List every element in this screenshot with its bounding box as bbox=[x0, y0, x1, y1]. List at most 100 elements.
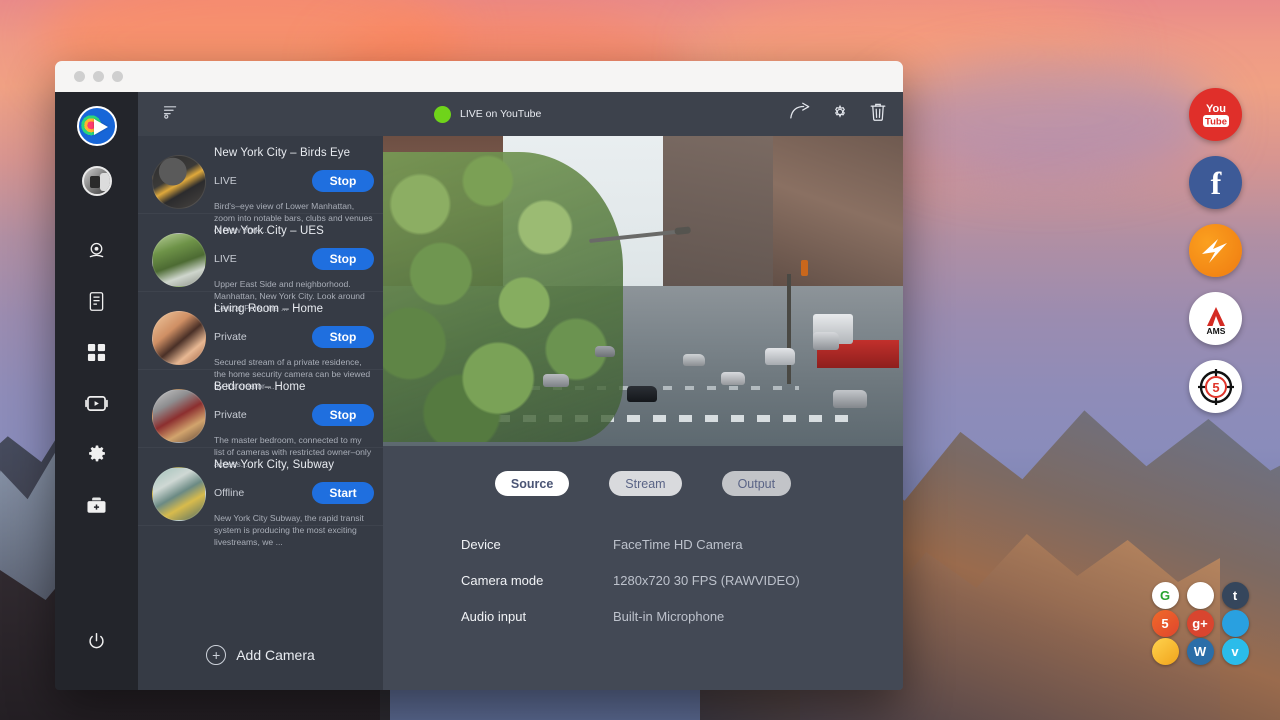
dock-icon-livestream[interactable]: 5 bbox=[1189, 360, 1242, 413]
dock-mini-icon-vimeo[interactable]: v bbox=[1222, 638, 1249, 665]
gear-icon bbox=[87, 444, 107, 464]
dock-mini-icon-livestream[interactable]: 5 bbox=[1152, 610, 1179, 637]
camera-description: New York City Subway, the rapid transit … bbox=[214, 513, 374, 549]
dock-mini-icon-groupon[interactable]: G bbox=[1152, 582, 1179, 609]
live-status-badge: LIVE on YouTube bbox=[434, 106, 541, 123]
camera-status: LIVE bbox=[214, 175, 237, 187]
maximize-window-button[interactable] bbox=[112, 71, 123, 82]
plus-icon: + bbox=[206, 645, 226, 665]
minimize-window-button[interactable] bbox=[93, 71, 104, 82]
settings-button[interactable] bbox=[830, 102, 850, 127]
preview-car bbox=[721, 372, 745, 385]
window-titlebar bbox=[55, 61, 903, 92]
camera-status: Private bbox=[214, 331, 247, 343]
detail-row: Camera mode1280x720 30 FPS (RAWVIDEO) bbox=[461, 562, 903, 598]
dock-icon-facebook[interactable]: f bbox=[1189, 156, 1242, 209]
sidebar-item-power[interactable] bbox=[77, 621, 117, 661]
camera-thumbnail bbox=[152, 311, 206, 365]
camera-status-row: LIVE Stop bbox=[214, 170, 374, 192]
tab-source[interactable]: Source bbox=[495, 471, 569, 496]
desktop-dock-grid: Gt 5 g+Wv bbox=[1148, 582, 1252, 665]
camera-list-item[interactable]: Living Room – HomePrivateStopSecured str… bbox=[138, 292, 383, 370]
live-status-label: LIVE on YouTube bbox=[460, 108, 541, 120]
share-button[interactable] bbox=[789, 102, 811, 126]
camera-action-button[interactable]: Stop bbox=[312, 170, 374, 192]
camera-title: Living Room – Home bbox=[214, 303, 374, 315]
preview-car bbox=[543, 374, 569, 387]
camera-thumbnail bbox=[152, 389, 206, 443]
dock-mini-icon-wordpress[interactable]: W bbox=[1187, 638, 1214, 665]
power-icon bbox=[87, 632, 106, 651]
media-add-icon bbox=[86, 496, 107, 515]
camera-action-button[interactable]: Stop bbox=[312, 248, 374, 270]
source-details: DeviceFaceTime HD CameraCamera mode1280x… bbox=[383, 506, 903, 634]
desktop-dock-right: You Tube f AMS bbox=[1189, 88, 1242, 413]
sidebar-item-webcam[interactable] bbox=[77, 230, 117, 270]
app-window: New York City – Birds EyeLIVEStopBird's–… bbox=[55, 61, 903, 690]
tab-stream[interactable]: Stream bbox=[609, 471, 681, 496]
dock-mini-icon-googleplus[interactable]: g+ bbox=[1187, 610, 1214, 637]
camera-list: New York City – Birds EyeLIVEStopBird's–… bbox=[138, 136, 383, 620]
camera-status: Private bbox=[214, 409, 247, 421]
dock-icon-wowza[interactable] bbox=[1189, 224, 1242, 277]
camera-status: Offline bbox=[214, 487, 244, 499]
dock-icon-youtube[interactable]: You Tube bbox=[1189, 88, 1242, 141]
camera-title: Bedroom – Home bbox=[214, 381, 374, 393]
close-window-button[interactable] bbox=[74, 71, 85, 82]
detail-value[interactable]: FaceTime HD Camera bbox=[613, 537, 743, 552]
detail-value[interactable]: Built-in Microphone bbox=[613, 609, 724, 624]
share-icon bbox=[789, 102, 811, 126]
delete-button[interactable] bbox=[869, 102, 887, 127]
svg-text:You: You bbox=[1206, 103, 1226, 115]
camera-list-item[interactable]: New York City – UESLIVEStopUpper East Si… bbox=[138, 214, 383, 292]
sidebar-item-logs[interactable] bbox=[77, 281, 117, 321]
app-logo-icon[interactable] bbox=[77, 106, 117, 146]
settings-tabs: Source Stream Output bbox=[383, 446, 903, 506]
sort-filter-icon[interactable] bbox=[162, 103, 179, 125]
sidebar-rail bbox=[55, 92, 138, 690]
camera-thumbnail bbox=[152, 233, 206, 287]
camera-list-item[interactable]: New York City – Birds EyeLIVEStopBird's–… bbox=[138, 136, 383, 214]
window-body: New York City – Birds EyeLIVEStopBird's–… bbox=[55, 92, 903, 690]
dock-mini-icon-sunrise[interactable] bbox=[1152, 638, 1179, 665]
detail-value[interactable]: 1280x720 30 FPS (RAWVIDEO) bbox=[613, 573, 800, 588]
trash-icon bbox=[869, 102, 887, 127]
sidebar-item-grid[interactable] bbox=[77, 332, 117, 372]
preview-car bbox=[765, 348, 795, 365]
camera-title: New York City, Subway bbox=[214, 459, 374, 471]
live-indicator-dot bbox=[434, 106, 451, 123]
camera-action-button[interactable]: Stop bbox=[312, 326, 374, 348]
camera-status: LIVE bbox=[214, 253, 237, 265]
user-avatar-icon[interactable] bbox=[82, 166, 112, 196]
document-list-icon bbox=[87, 291, 106, 312]
sidebar-item-settings[interactable] bbox=[77, 434, 117, 474]
detail-label: Camera mode bbox=[461, 573, 613, 588]
grid-icon bbox=[87, 343, 106, 362]
preview-pole bbox=[787, 274, 791, 384]
camera-status-row: Private Stop bbox=[214, 404, 374, 426]
camera-status-row: Offline Start bbox=[214, 482, 374, 504]
camera-info: New York City – Birds EyeLIVEStopBird's–… bbox=[214, 145, 374, 213]
camera-list-item[interactable]: New York City, SubwayOfflineStartNew Yor… bbox=[138, 448, 383, 526]
camera-info: Bedroom – HomePrivateStopThe master bedr… bbox=[214, 379, 374, 447]
preview-car bbox=[833, 390, 867, 408]
dock-icon-adobe-ams[interactable]: AMS bbox=[1189, 292, 1242, 345]
camera-info: Living Room – HomePrivateStopSecured str… bbox=[214, 301, 374, 369]
add-camera-button[interactable]: + Add Camera bbox=[138, 620, 383, 690]
sidebar-item-media[interactable] bbox=[77, 485, 117, 525]
dock-mini-icon-twitter[interactable] bbox=[1222, 610, 1249, 637]
sidebar-item-monitor[interactable] bbox=[77, 383, 117, 423]
camera-action-button[interactable]: Start bbox=[312, 482, 374, 504]
camera-action-button[interactable]: Stop bbox=[312, 404, 374, 426]
camera-list-header bbox=[138, 92, 383, 136]
dock-mini-icon-twitch[interactable] bbox=[1187, 582, 1214, 609]
main-header: LIVE on YouTube bbox=[383, 92, 903, 136]
desktop-background: New York City – Birds EyeLIVEStopBird's–… bbox=[0, 0, 1280, 720]
camera-list-item[interactable]: Bedroom – HomePrivateStopThe master bedr… bbox=[138, 370, 383, 448]
dock-mini-icon-tumblr[interactable]: t bbox=[1222, 582, 1249, 609]
camera-thumbnail bbox=[152, 467, 206, 521]
tab-output[interactable]: Output bbox=[722, 471, 792, 496]
main-panel: LIVE on YouTube bbox=[383, 92, 903, 690]
video-preview[interactable] bbox=[383, 136, 903, 446]
svg-text:AMS: AMS bbox=[1206, 326, 1225, 336]
